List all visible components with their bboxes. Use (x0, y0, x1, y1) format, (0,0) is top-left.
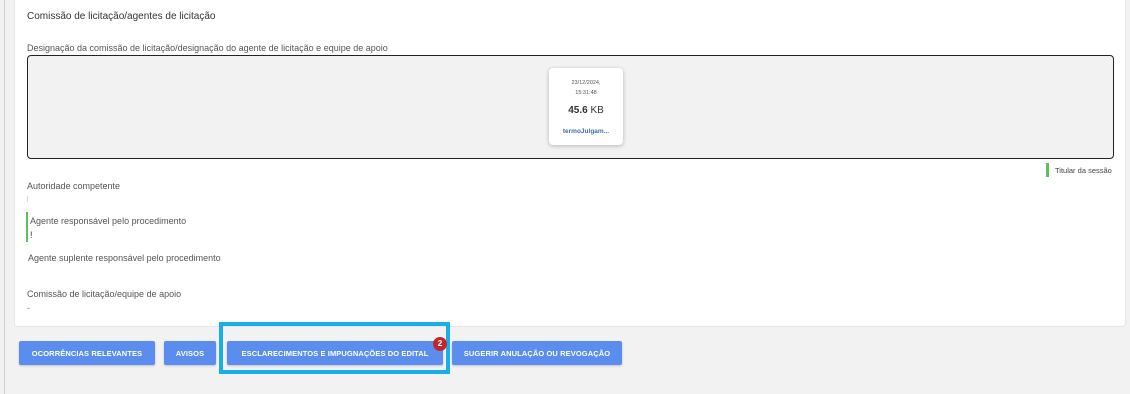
responsible-agent-value: ! (30, 230, 33, 240)
responsible-agent-label: Agente responsável pelo procedimento (30, 216, 187, 226)
notification-badge: 2 (433, 337, 447, 351)
file-size-value: 45.6 (568, 105, 588, 116)
session-holder-marker (26, 212, 28, 242)
file-card[interactable]: 23/12/2024, 15:31:48 45.6 KB termoJulgam… (549, 68, 623, 145)
file-date: 23/12/2024, (571, 80, 601, 86)
file-name-link[interactable]: termoJulgam... (549, 128, 623, 135)
notices-button[interactable]: AVISOS (164, 341, 216, 365)
authority-value (27, 196, 28, 202)
commission-label: Comissão de licitação/equipe de apoio (27, 289, 182, 299)
substitute-agent-label: Agente suplente responsável pelo procedi… (28, 253, 221, 263)
file-size-unit: KB (590, 105, 604, 116)
left-border (4, 0, 5, 394)
section-title: Comissão de licitação/agentes de licitaç… (27, 11, 216, 22)
file-time: 15:31:48 (575, 90, 597, 96)
suggest-annulment-button[interactable]: SUGERIR ANULAÇÃO OU REVOGAÇÃO (452, 341, 622, 365)
authority-label: Autoridade competente (27, 181, 121, 191)
document-area: 23/12/2024, 15:31:48 45.6 KB termoJulgam… (27, 55, 1114, 159)
commission-value: - (27, 303, 30, 313)
legend-color-marker (1046, 163, 1049, 177)
designation-label: Designação da comissão de licitação/desi… (27, 43, 388, 53)
clarifications-challenges-button[interactable]: ESCLARECIMENTOS E IMPUGNAÇÕES DO EDITAL (227, 341, 443, 365)
file-size: 45.6 KB (549, 105, 623, 116)
commission-card: Comissão de licitação/agentes de licitaç… (14, 0, 1126, 327)
relevant-occurrences-button[interactable]: OCORRÊNCIAS RELEVANTES (19, 341, 155, 365)
legend-label: Titular da sessão (1055, 166, 1112, 175)
